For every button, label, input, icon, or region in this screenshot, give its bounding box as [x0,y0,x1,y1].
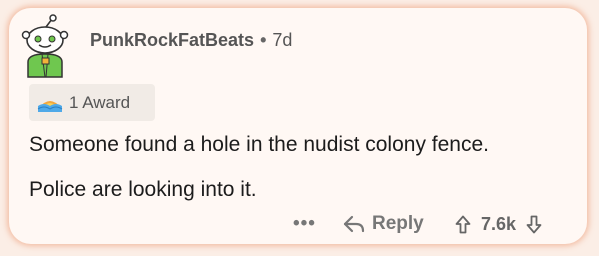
upvote-icon[interactable] [455,215,471,234]
snoo-avatar-icon[interactable] [20,14,70,78]
downvote-icon[interactable] [526,215,542,234]
award-badge[interactable]: 1 Award [29,84,155,121]
vote-score: 7.6k [481,213,517,234]
vote-controls: 7.6k [455,211,542,237]
reply-arrow-icon [343,214,365,234]
comment-body-line: Someone found a hole in the nudist colon… [29,133,489,156]
more-options-button[interactable]: ••• [293,211,316,237]
award-label: 1 Award [69,92,131,112]
reply-label: Reply [372,213,424,234]
reply-button[interactable]: Reply [343,211,424,237]
comment-meta: PunkRockFatBeats • 7d [90,30,292,51]
comment-age: 7d [272,30,293,50]
comment-body-line: Police are looking into it. [29,178,257,201]
award-icon [37,93,63,113]
meta-separator: • [260,30,267,50]
username-link[interactable]: PunkRockFatBeats [90,30,254,51]
comment-card: PunkRockFatBeats • 7d 1 Award Someone fo… [9,8,587,244]
